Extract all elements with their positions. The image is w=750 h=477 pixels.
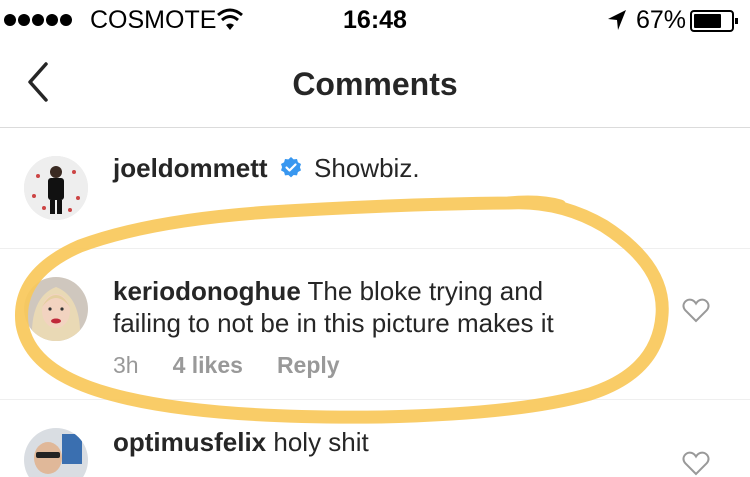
caption-row: joeldommett Showbiz. <box>0 128 750 248</box>
comment-age: 3h <box>113 352 139 378</box>
comment-body: holy shit <box>273 427 369 457</box>
avatar-joeldommett[interactable] <box>24 156 88 220</box>
status-bar: COSMOTE 16:48 67% <box>0 0 750 40</box>
comment-text: optimusfelix holy shit <box>113 426 369 458</box>
battery-percent: 67% <box>636 6 687 34</box>
likes-count[interactable]: 4 likes <box>173 352 243 379</box>
caption-text: joeldommett Showbiz. <box>113 152 420 184</box>
battery-icon <box>690 10 738 32</box>
comment-body-line1: The bloke trying and <box>307 276 544 306</box>
verified-badge-icon <box>280 157 301 178</box>
like-heart-icon[interactable] <box>682 450 710 476</box>
username-link[interactable]: optimusfelix <box>113 427 266 457</box>
comment-body-line2: failing to not be in this picture makes … <box>113 308 554 338</box>
location-arrow-icon <box>608 10 626 30</box>
comment-meta: 3h 4 likes Reply <box>113 352 340 379</box>
navigation-bar: Comments <box>0 40 750 128</box>
reply-button[interactable]: Reply <box>277 352 340 379</box>
comment-row: optimusfelix holy shit <box>0 400 750 477</box>
avatar-optimusfelix[interactable] <box>24 428 88 477</box>
page-title: Comments <box>292 66 458 102</box>
username-link[interactable]: joeldommett <box>113 153 268 183</box>
comment-row: keriodonoghue The bloke trying and faili… <box>0 249 750 399</box>
avatar-keriodonoghue[interactable] <box>24 277 88 341</box>
like-heart-icon[interactable] <box>682 297 710 323</box>
username-link[interactable]: keriodonoghue <box>113 276 301 306</box>
caption-body: Showbiz. <box>314 153 420 183</box>
comment-text: keriodonoghue The bloke trying and faili… <box>113 275 554 339</box>
